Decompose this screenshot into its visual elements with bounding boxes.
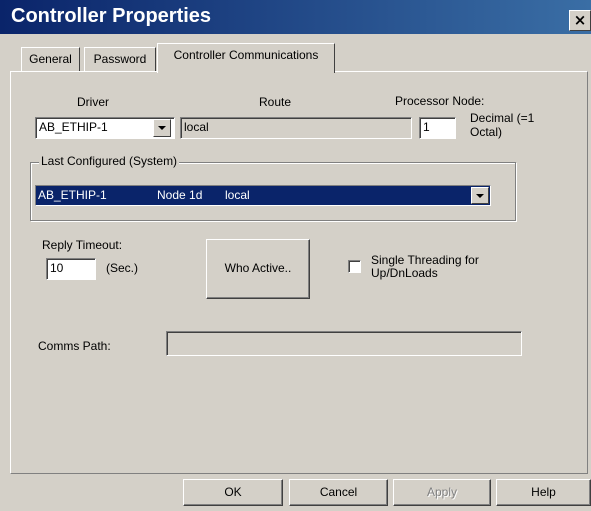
ok-label: OK: [224, 485, 242, 499]
help-button[interactable]: Help: [496, 479, 591, 506]
help-label: Help: [531, 485, 556, 499]
apply-label: Apply: [426, 485, 458, 499]
tab-controller-communications-label: Controller Communications: [173, 48, 319, 62]
tab-controller-communications[interactable]: Controller Communications: [157, 43, 335, 73]
cancel-button[interactable]: Cancel: [289, 479, 388, 506]
tab-general[interactable]: General: [21, 47, 80, 72]
window-title: Controller Properties: [11, 5, 212, 27]
ok-button[interactable]: OK: [183, 479, 283, 506]
tab-password[interactable]: Password: [84, 47, 156, 72]
title-bar: Controller Properties ×: [0, 0, 591, 34]
tab-general-label: General: [29, 52, 72, 66]
tab-password-label: Password: [93, 52, 147, 66]
apply-button[interactable]: Apply: [393, 479, 491, 506]
cancel-label: Cancel: [319, 485, 358, 499]
close-button[interactable]: ×: [569, 10, 591, 31]
tab-panel: [10, 71, 588, 474]
close-icon: ×: [573, 11, 587, 29]
